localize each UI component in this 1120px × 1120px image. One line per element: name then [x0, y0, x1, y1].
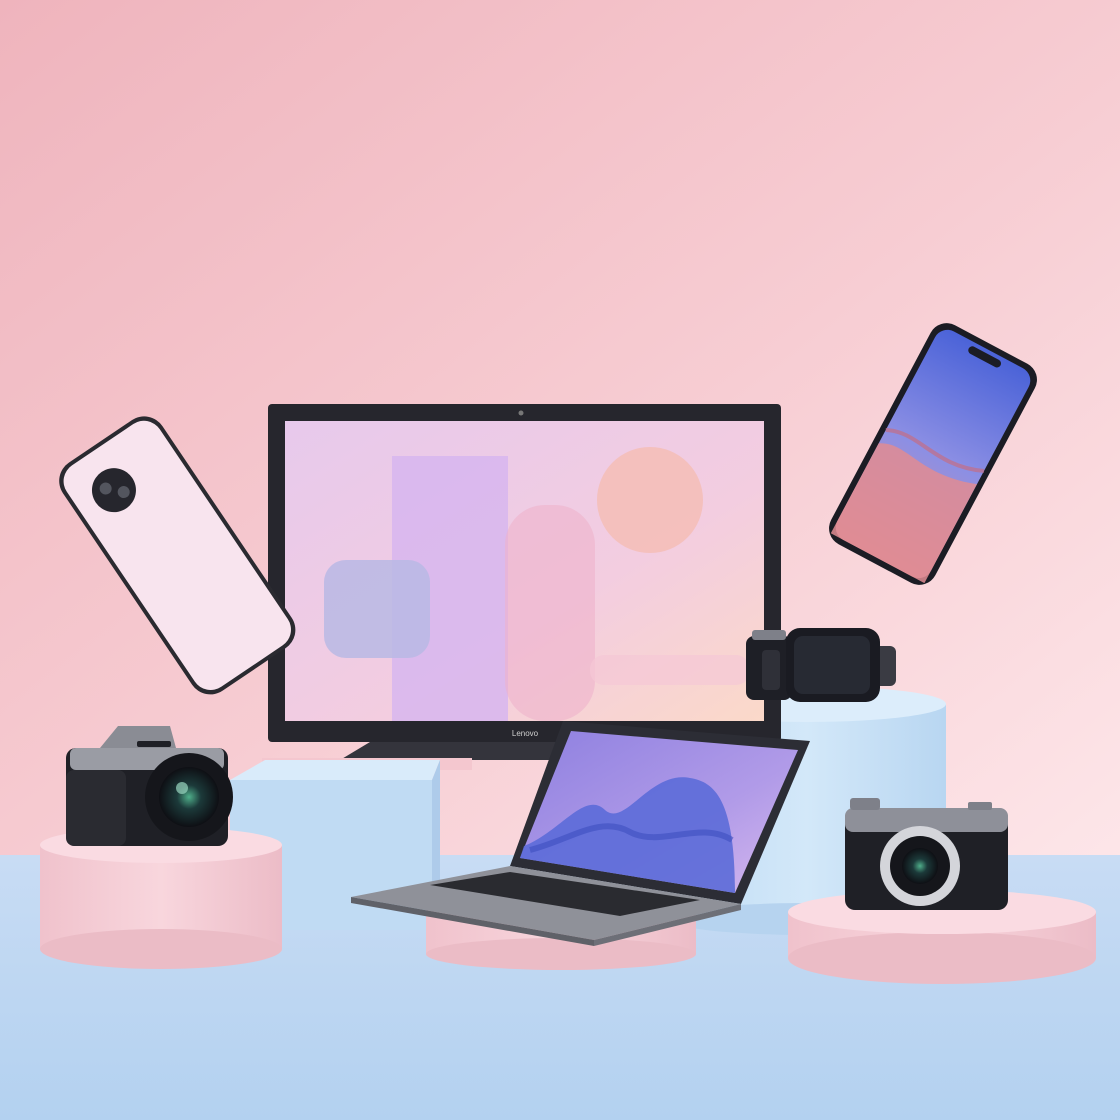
small-camera: [746, 630, 792, 700]
smartwatch: [786, 628, 896, 702]
pink-pedestal-left: [40, 827, 282, 969]
compact-camera: [845, 798, 1008, 910]
product-scene: Lenovo: [0, 0, 1120, 1120]
scene-illustration: Lenovo: [0, 0, 1120, 1120]
monitor-logo: Lenovo: [512, 729, 539, 738]
monitor: Lenovo: [262, 404, 781, 770]
